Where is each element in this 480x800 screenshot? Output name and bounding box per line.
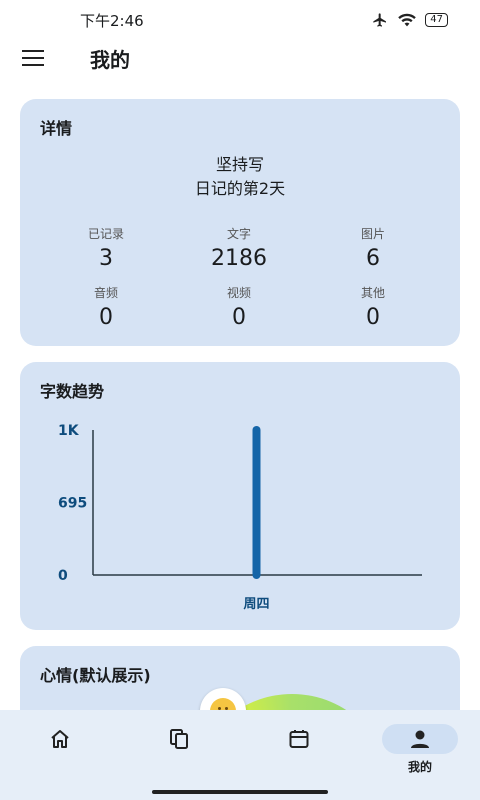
home-icon — [51, 730, 69, 748]
y-tick-label: 695 — [58, 496, 87, 512]
airplane-icon — [373, 13, 387, 27]
streak-line1: 坚持写 — [215, 155, 264, 174]
stat-label: 已记录 — [87, 227, 124, 241]
stat-value: 6 — [366, 246, 380, 271]
stat-text: 文字 2186 — [179, 225, 299, 271]
nav-mine-label: 我的 — [407, 760, 432, 774]
word-trend-card: 字数趋势 0 695 1K 周四 — [20, 362, 460, 630]
battery-icon: 47 — [425, 13, 448, 27]
nav-mine[interactable]: 我的 — [380, 724, 460, 784]
app-bar: 我的 — [0, 40, 480, 76]
stat-value: 0 — [99, 305, 113, 330]
nav-active-indicator — [382, 724, 458, 754]
stat-value: 3 — [99, 246, 113, 271]
wifi-icon — [398, 13, 417, 27]
page-title: 我的 — [90, 48, 130, 72]
stat-recorded: 已记录 3 — [46, 225, 166, 271]
stat-label: 视频 — [226, 286, 251, 300]
stat-other: 其他 0 — [313, 284, 433, 330]
stat-value: 0 — [366, 305, 380, 330]
stat-audio: 音频 0 — [46, 284, 166, 330]
home-indicator — [152, 790, 328, 794]
stat-label: 其他 — [360, 286, 385, 300]
y-tick-label: 1K — [58, 423, 80, 439]
status-icons: 47 — [371, 12, 448, 28]
person-icon — [411, 730, 429, 748]
x-tick-label: 周四 — [243, 597, 269, 612]
copy-pages-icon — [170, 729, 188, 749]
stat-value: 0 — [232, 305, 246, 330]
word-trend-chart: 0 695 1K 周四 — [58, 423, 422, 612]
nav-calendar[interactable] — [259, 724, 339, 784]
y-tick-label: 0 — [58, 568, 68, 584]
status-bar: 下午2:46 47 — [0, 0, 480, 40]
streak-line2: 日记的第2天 — [194, 179, 286, 198]
stat-video: 视频 0 — [179, 284, 299, 330]
mood-title: 心情(默认展示) — [40, 666, 151, 685]
status-time: 下午2:46 — [80, 11, 144, 30]
stat-label: 音频 — [93, 286, 118, 300]
details-title: 详情 — [40, 119, 73, 138]
details-card: 详情 坚持写 日记的第2天 已记录 3 文字 2186 图片 6 音频 0 视频… — [20, 99, 460, 346]
nav-entries[interactable] — [139, 724, 219, 784]
bottom-navigation: 我的 — [0, 710, 480, 800]
calendar-icon — [289, 730, 309, 748]
nav-home[interactable] — [20, 724, 100, 784]
stat-images: 图片 6 — [313, 225, 433, 271]
stat-label: 文字 — [226, 227, 251, 241]
stat-value: 2186 — [211, 246, 267, 271]
hamburger-menu-icon[interactable] — [22, 50, 46, 68]
stat-label: 图片 — [360, 227, 385, 241]
